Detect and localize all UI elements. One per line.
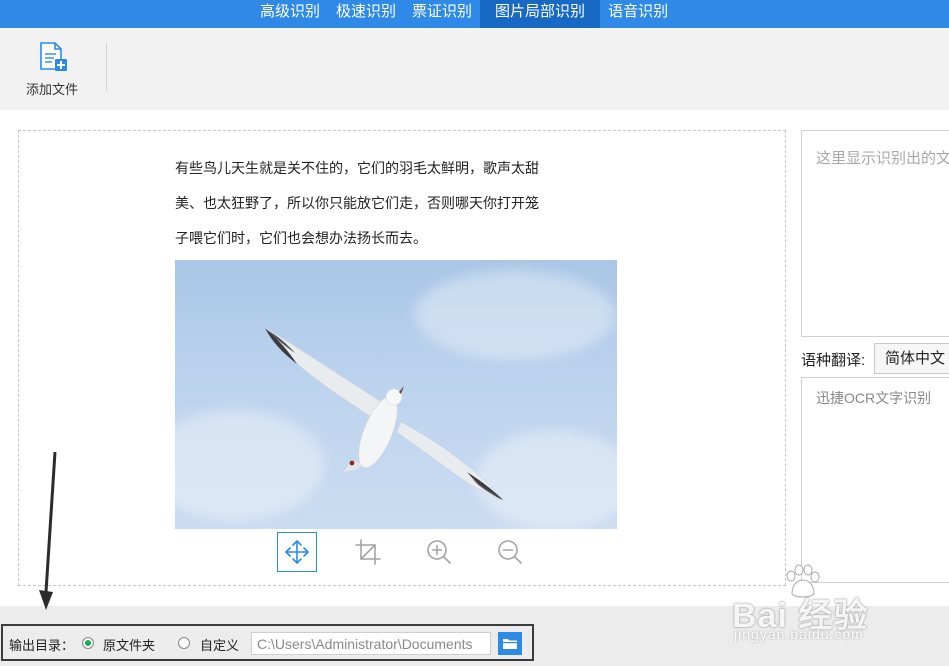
baidu-watermark: Bai 经验 jingyan.baidu.com [730,558,945,642]
language-select[interactable]: 简体中文 [874,343,949,374]
custom-label[interactable]: 自定义 [200,635,239,654]
original-folder-label[interactable]: 原文件夹 [103,635,155,654]
tab-advanced-recognition[interactable]: 高级识别 [252,0,328,28]
mode-tabs: 高级识别 极速识别 票证识别 图片局部识别 语音识别 [252,0,676,28]
preview-text: 有些鸟儿天生就是关不住的，它们的羽毛太鲜明，歌声太甜 美、也太狂野了，所以你只能… [175,151,575,256]
toolbar: 添加文件 [0,28,949,110]
tab-fast-recognition[interactable]: 极速识别 [328,0,404,28]
top-tab-bar: 高级识别 极速识别 票证识别 图片局部识别 语音识别 [0,0,949,28]
browse-folder-button[interactable] [498,632,522,655]
add-file-button[interactable]: 添加文件 [16,40,88,100]
add-file-icon [40,42,67,71]
language-translate-label: 语种翻译: [801,352,866,369]
result-placeholder: 这里显示识别出的文 [816,150,949,167]
crop-icon [355,539,381,565]
recognition-result-box[interactable]: 这里显示识别出的文 [801,130,949,337]
tab-image-partial-recognition[interactable]: 图片局部识别 [480,0,601,28]
zoom-out-button[interactable] [490,532,530,572]
output-path-input[interactable] [251,632,491,655]
move-icon [285,540,309,564]
watermark-url: jingyan.baidu.com [734,626,864,642]
seagull-photo [175,260,617,529]
tab-ticket-recognition[interactable]: 票证识别 [404,0,480,28]
annotation-arrow [39,451,57,610]
preview-text-line: 子喂它们时，它们也会想办法扬长而去。 [175,230,427,246]
toolbar-divider [106,43,107,91]
tab-voice-recognition[interactable]: 语音识别 [600,0,676,28]
radio-custom[interactable] [178,637,190,649]
move-button[interactable] [277,532,317,572]
preview-text-line: 美、也太狂野了，所以你只能放它们走，否则哪天你打开笼 [175,195,539,211]
translation-text: 迅捷OCR文字识别 [816,390,932,406]
crop-button[interactable] [348,532,388,572]
folder-icon [503,639,517,649]
image-preview-panel: 有些鸟儿天生就是关不住的，它们的羽毛太鲜明，歌声太甜 美、也太狂野了，所以你只能… [18,130,786,586]
seagull-image [264,327,504,501]
add-file-label: 添加文件 [25,82,78,97]
zoom-in-icon [427,540,451,564]
zoom-out-icon [498,540,522,564]
image-controls [277,532,561,572]
zoom-in-button[interactable] [419,532,459,572]
preview-text-line: 有些鸟儿天生就是关不住的，它们的羽毛太鲜明，歌声太甜 [175,160,539,176]
radio-original-folder[interactable] [82,637,94,649]
translation-box[interactable]: 迅捷OCR文字识别 [801,377,949,583]
output-directory-label: 输出目录： [9,638,75,653]
output-directory-row: 输出目录： 原文件夹 自定义 [1,624,534,661]
